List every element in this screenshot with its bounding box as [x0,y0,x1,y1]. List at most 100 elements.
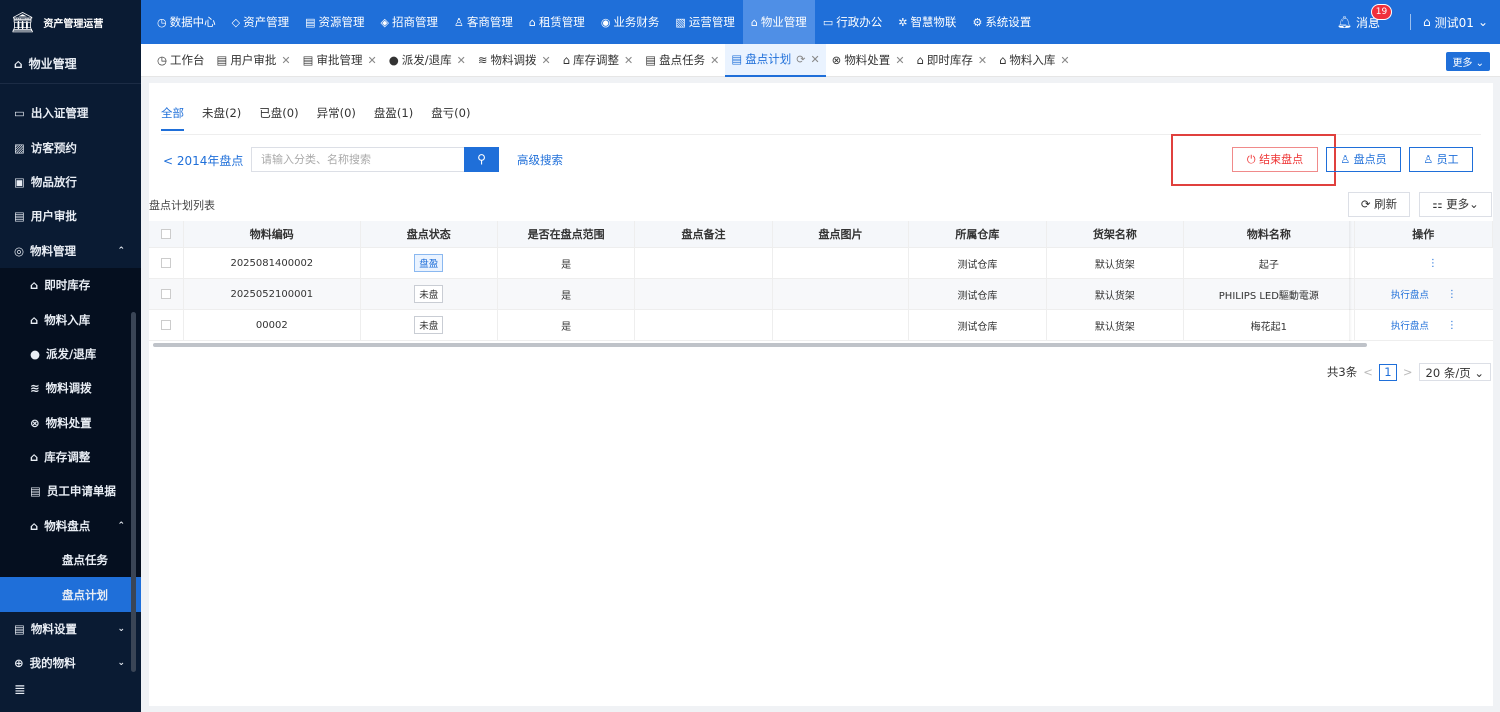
topnav-item[interactable]: ⌂ 物业管理 [742,0,815,44]
close-icon[interactable]: ✕ [281,54,290,67]
topnav-item[interactable]: ⌂ 租赁管理 [521,0,593,44]
staff-button[interactable]: ♙ 员工 [1409,147,1473,172]
tab-label: 盘点计划 [745,52,792,66]
sidebar-item[interactable]: ⌂ 物料入库 [0,302,141,337]
sidebar-item[interactable]: 盘点计划 [0,577,141,612]
filter-tab[interactable]: 盘亏(0) [431,105,470,131]
topnav-label: 数据中心 [169,15,216,29]
more-actions-icon[interactable]: ⋮ [1447,289,1457,300]
sidebar-item[interactable]: ≋ 物料调拨 [0,371,141,406]
page-tab[interactable]: ⌂ 即时库存 ✕ [911,44,994,77]
close-icon[interactable]: ✕ [542,54,551,67]
row-select-cell[interactable] [149,310,185,340]
topnav-item[interactable]: ▤ 资源管理 [297,0,372,44]
close-icon[interactable]: ✕ [368,54,377,67]
topnav-item[interactable]: ◷ 数据中心 [149,0,224,44]
sidebar-item[interactable]: ⊗ 物料处置 [0,405,141,440]
topnav-label: 资源管理 [318,15,365,29]
topnav-item[interactable]: ♙ 客商管理 [446,0,521,44]
filter-tab[interactable]: 未盘(2) [202,105,241,131]
sidebar-item[interactable]: ▤ 员工申请单据 [0,474,141,509]
reload-icon[interactable]: ⟳ [796,53,805,66]
nav-icon: ◇ [231,15,241,29]
topnav-item[interactable]: ◇ 资产管理 [224,0,297,44]
close-icon[interactable]: ✕ [895,54,904,67]
end-count-button[interactable]: ⏻ 结束盘点 [1232,147,1318,172]
refresh-button[interactable]: ⟳ 刷新 [1348,192,1410,217]
sidebar-item[interactable]: ⌂ 即时库存 [0,267,141,303]
back-link[interactable]: < 2014年盘点 [163,152,243,169]
sidebar-item[interactable]: ▭ 出入证管理 [0,96,141,130]
sidebar-item-icon: ▤ [14,209,25,224]
close-icon[interactable]: ✕ [710,54,719,67]
collapse-sidebar-icon[interactable]: ≣ [14,682,26,698]
tabs-more-button[interactable]: 更多 ⌄ [1446,52,1490,71]
horizontal-scrollbar[interactable] [153,343,1367,347]
sidebar-item[interactable]: ▣ 物品放行 [0,165,141,199]
sidebar-item[interactable]: ⌂ 库存调整 [0,439,141,475]
filter-tab[interactable]: 已盘(0) [259,105,298,131]
topnav-item[interactable]: ▧ 运营管理 [667,0,742,44]
advanced-search-link[interactable]: 高级搜索 [517,152,563,168]
sidebar-item[interactable]: ▨ 访客预约 [0,130,141,164]
sidebar-item[interactable]: ▤ 物料设置 ⌄ [0,612,141,646]
sidebar-item[interactable]: ⊕ 我的物料 ⌄ [0,646,141,680]
search-button[interactable]: ⚲ [464,147,499,172]
select-all-cell[interactable] [149,221,185,247]
page-tab[interactable]: ▤ 盘点任务 ✕ [639,44,725,77]
page-tab[interactable]: ● 派发/退库 ✕ [383,44,472,77]
topnav-item[interactable]: ◈ 招商管理 [372,0,445,44]
page-tab[interactable]: ▤ 盘点计划 ⟳ ✕ [725,43,826,77]
next-page-button[interactable]: > [1403,365,1413,379]
page-number[interactable]: 1 [1378,363,1397,381]
page-tab[interactable]: ⌂ 物料入库 ✕ [993,44,1076,77]
page-tab[interactable]: ▤ 审批管理 ✕ [297,44,383,77]
more-button[interactable]: ⚏ 更多⌄ [1419,192,1492,217]
execute-count-link[interactable]: 执行盘点 [1391,287,1429,301]
row-select-cell[interactable] [149,248,185,278]
page-tab[interactable]: ◷ 工作台 [151,44,211,77]
search-input[interactable]: 请输入分类、名称搜索 [251,147,496,172]
row-select-cell[interactable] [149,279,185,309]
filter-tab[interactable]: 盘盈(1) [374,105,413,131]
row-checkbox[interactable] [161,258,172,268]
page-tab[interactable]: ≋ 物料调拨 ✕ [472,44,557,77]
page-tab[interactable]: ▤ 用户审批 ✕ [211,44,297,77]
close-icon[interactable]: ✕ [1060,54,1069,67]
sidebar-scrollbar[interactable] [131,312,136,672]
sidebar-item[interactable]: ● 派发/退库 [0,336,141,372]
tab-label: 盘点任务 [659,53,706,67]
sidebar-module-title[interactable]: ⌂ 物业管理 [0,44,141,84]
topnav-item[interactable]: ✲ 智慧物联 [890,0,964,44]
user-menu[interactable]: ⌂ 测试01 ⌄ [1410,14,1488,30]
more-actions-icon[interactable]: ⋮ [1428,258,1438,269]
filter-tab[interactable]: 全部 [161,105,184,131]
counter-button[interactable]: ♙ 盘点员 [1326,147,1401,172]
row-checkbox[interactable] [161,289,172,299]
topnav-item[interactable]: ⚙ 系统设置 [964,0,1039,44]
topnav-item[interactable]: ▭ 行政办公 [815,0,890,44]
close-icon[interactable]: ✕ [457,54,466,67]
app-logo[interactable]: 🏛 资产管理运营 [0,0,141,44]
row-checkbox[interactable] [161,320,172,330]
select-all-checkbox[interactable] [161,229,172,239]
messages-button[interactable]: 🔔︎ 消息 19 [1337,3,1393,31]
execute-count-link[interactable]: 执行盘点 [1391,318,1429,332]
sidebar-item[interactable]: 盘点任务 [0,543,141,578]
sidebar-item[interactable]: ⌂ 物料盘点 ⌃ [0,508,141,544]
sidebar-item[interactable]: ▤ 用户审批 [0,199,141,233]
prev-page-button[interactable]: < [1363,365,1373,379]
more-actions-icon[interactable]: ⋮ [1447,320,1457,331]
page-tab[interactable]: ⊗ 物料处置 ✕ [826,44,911,77]
cell-actions: ⋮ [1355,248,1493,278]
sidebar-item-label: 访客预约 [30,140,77,155]
close-icon[interactable]: ✕ [978,54,987,67]
sidebar-item[interactable]: ◎ 物料管理 ⌃ [0,234,141,268]
filter-tab[interactable]: 异常(0) [317,105,356,131]
close-icon[interactable]: ✕ [624,54,633,67]
close-icon[interactable]: ✕ [810,53,819,66]
in_range-value: 是 [561,290,572,302]
page-size-select[interactable]: 20 条/页 ⌄ [1418,363,1491,381]
topnav-item[interactable]: ◉ 业务财务 [593,0,668,44]
page-tab[interactable]: ⌂ 库存调整 ✕ [557,44,640,77]
